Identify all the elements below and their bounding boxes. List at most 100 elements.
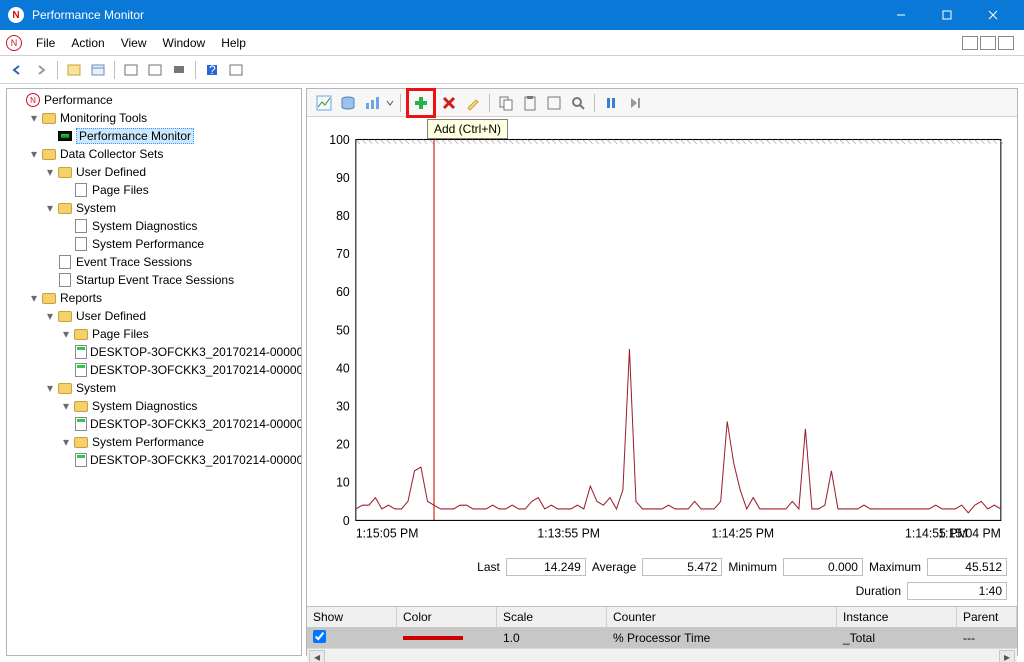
delete-counter-button[interactable]: [438, 92, 460, 114]
toolbar-btn-d[interactable]: [225, 59, 247, 81]
toolbar-btn-b[interactable]: [144, 59, 166, 81]
nav-back-button[interactable]: [6, 59, 28, 81]
svg-text:1:13:55 PM: 1:13:55 PM: [537, 526, 600, 540]
col-parent[interactable]: Parent: [957, 607, 1017, 627]
mdi-minimize-icon[interactable]: [962, 36, 978, 50]
tree-item-page_files[interactable]: Page Files: [7, 181, 301, 199]
tree-item-label: Event Trace Sessions: [76, 255, 192, 269]
toolbar-btn-a[interactable]: [120, 59, 142, 81]
show-hide-tree-button[interactable]: [63, 59, 85, 81]
scroll-right-icon[interactable]: ▸: [999, 650, 1015, 662]
toolbar-btn-c[interactable]: [168, 59, 190, 81]
label-last: Last: [477, 560, 500, 574]
menu-action[interactable]: Action: [63, 33, 112, 53]
window-title: Performance Monitor: [32, 8, 878, 22]
close-button[interactable]: [970, 0, 1016, 30]
tree-item-rep2[interactable]: DESKTOP-3OFCKK3_20170214-000003: [7, 361, 301, 379]
navigation-tree[interactable]: NPerformance▾Monitoring ToolsPerformance…: [6, 88, 302, 656]
tree-item-label: DESKTOP-3OFCKK3_20170214-000002: [90, 453, 302, 467]
tree-item-r_sys_diag[interactable]: ▾System Diagnostics: [7, 397, 301, 415]
menu-file[interactable]: File: [28, 33, 63, 53]
tree-item-label: System: [76, 381, 116, 395]
tree-item-sys_diag[interactable]: System Diagnostics: [7, 217, 301, 235]
tree-item-label: System Diagnostics: [92, 219, 197, 233]
scroll-left-icon[interactable]: ◂: [309, 650, 325, 662]
tree-item-dcs[interactable]: ▾Data Collector Sets: [7, 145, 301, 163]
properties-icon: [91, 63, 105, 77]
tree-item-rep1[interactable]: DESKTOP-3OFCKK3_20170214-000001: [7, 343, 301, 361]
expand-toggle-icon[interactable]: ▾: [59, 327, 73, 341]
nav-forward-button[interactable]: [30, 59, 52, 81]
tree-item-r_user_defined[interactable]: ▾ User Defined: [7, 307, 301, 325]
svg-text:1:15:04 PM: 1:15:04 PM: [938, 526, 1001, 540]
tree-item-monitoring_tools[interactable]: ▾Monitoring Tools: [7, 109, 301, 127]
expand-toggle-icon[interactable]: ▾: [27, 147, 41, 161]
tree-item-sys_perf[interactable]: System Performance: [7, 235, 301, 253]
sheet-icon: [546, 95, 562, 111]
magnifier-icon: [570, 95, 586, 111]
expand-toggle-icon[interactable]: ▾: [43, 309, 57, 323]
stats-row: Last 14.249 Average 5.472 Minimum 0.000 …: [307, 552, 1017, 582]
col-color[interactable]: Color: [397, 607, 497, 627]
graph-type-dropdown[interactable]: [385, 92, 395, 114]
change-graph-type-button[interactable]: [361, 92, 383, 114]
tree-item-rep3[interactable]: DESKTOP-3OFCKK3_20170214-000001: [7, 415, 301, 433]
mdi-close-icon[interactable]: [998, 36, 1014, 50]
chart-toolbar: Add (Ctrl+N): [307, 89, 1017, 117]
properties-button[interactable]: [87, 59, 109, 81]
legend-scrollbar[interactable]: ◂ ▸: [307, 648, 1017, 662]
legend-row[interactable]: 1.0 % Processor Time _Total ---: [307, 628, 1017, 648]
view-current-activity-button[interactable]: [313, 92, 335, 114]
copy-properties-button[interactable]: [495, 92, 517, 114]
maximize-button[interactable]: [924, 0, 970, 30]
tree-item-reports[interactable]: ▾Reports: [7, 289, 301, 307]
menu-help[interactable]: Help: [213, 33, 254, 53]
expand-toggle-icon[interactable]: ▾: [59, 399, 73, 413]
properties-counter-button[interactable]: [543, 92, 565, 114]
freeze-display-button[interactable]: [600, 92, 622, 114]
col-show[interactable]: Show: [307, 607, 397, 627]
svg-text:?: ?: [209, 63, 216, 77]
highlight-counter-button[interactable]: [462, 92, 484, 114]
expand-toggle-icon[interactable]: ▾: [27, 291, 41, 305]
zoom-button[interactable]: [567, 92, 589, 114]
mdi-restore-icon[interactable]: [980, 36, 996, 50]
tree-item-root[interactable]: NPerformance: [7, 91, 301, 109]
content-panel: Add (Ctrl+N) 01020304050607080901001:15:…: [306, 88, 1018, 656]
expand-toggle-icon[interactable]: ▾: [43, 201, 57, 215]
add-counter-button[interactable]: [410, 92, 432, 114]
update-data-button[interactable]: [624, 92, 646, 114]
menu-bar: N File Action View Window Help: [0, 30, 1024, 56]
tree-item-r_system[interactable]: ▾ System: [7, 379, 301, 397]
paste-counter-list-button[interactable]: [519, 92, 541, 114]
minimize-button[interactable]: [878, 0, 924, 30]
tree-item-perfmon[interactable]: Performance Monitor: [7, 127, 301, 145]
tree-item-sets[interactable]: Startup Event Trace Sessions: [7, 271, 301, 289]
tree-item-r_sys_perf[interactable]: ▾System Performance: [7, 433, 301, 451]
expand-toggle-icon[interactable]: ▾: [27, 111, 41, 125]
chart-area[interactable]: 01020304050607080901001:15:05 PM1:13:55 …: [307, 117, 1017, 552]
col-instance[interactable]: Instance: [837, 607, 957, 627]
tree-item-ets[interactable]: Event Trace Sessions: [7, 253, 301, 271]
col-counter[interactable]: Counter: [607, 607, 837, 627]
col-scale[interactable]: Scale: [497, 607, 607, 627]
tree-item-label: User Defined: [76, 309, 146, 323]
counter-legend: Show Color Scale Counter Instance Parent…: [307, 606, 1017, 662]
tree-item-rep4[interactable]: DESKTOP-3OFCKK3_20170214-000002: [7, 451, 301, 469]
help-button[interactable]: ?: [201, 59, 223, 81]
legend-show-checkbox[interactable]: [313, 630, 326, 643]
graph-type-icon: [364, 95, 380, 111]
tree-item-system[interactable]: ▾System: [7, 199, 301, 217]
menu-view[interactable]: View: [113, 33, 155, 53]
tree-item-r_page_files[interactable]: ▾Page Files: [7, 325, 301, 343]
view-log-data-button[interactable]: [337, 92, 359, 114]
menu-window[interactable]: Window: [155, 33, 214, 53]
expand-toggle-icon[interactable]: ▾: [43, 165, 57, 179]
plus-icon: [413, 95, 429, 111]
expand-toggle-icon[interactable]: ▾: [43, 381, 57, 395]
chart-icon: [316, 95, 332, 111]
expand-toggle-icon[interactable]: ▾: [59, 435, 73, 449]
tree-item-label: Performance Monitor: [76, 128, 194, 144]
tree-item-user_defined[interactable]: ▾User Defined: [7, 163, 301, 181]
value-average: 5.472: [642, 558, 722, 576]
